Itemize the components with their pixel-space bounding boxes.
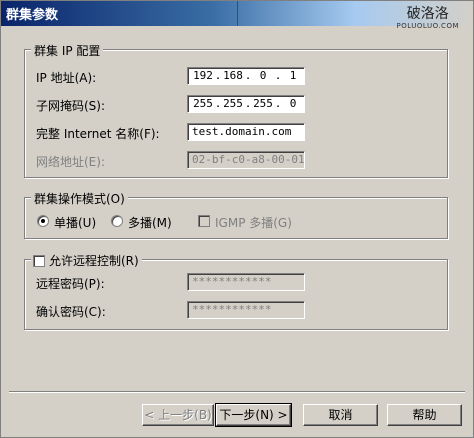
ip-dot: .	[214, 69, 222, 82]
ip-dot: .	[274, 69, 282, 82]
full-internet-name-field[interactable]: test.domain.com	[187, 123, 305, 141]
mask-octet-2: 255	[223, 97, 243, 110]
unicast-label[interactable]: 单播(U)	[54, 214, 96, 231]
radio-selected-dot	[41, 219, 45, 223]
cluster-ip-config-legend: 群集 IP 配置	[31, 42, 104, 59]
ip-octet-4: 1	[289, 69, 297, 82]
help-button[interactable]: 帮助	[387, 404, 462, 426]
ip-octet-2: 168	[223, 69, 243, 82]
subnet-mask-field[interactable]: 255. 255. 255. 0	[187, 95, 305, 113]
confirm-password-label: 确认密码(C):	[36, 305, 106, 319]
mask-dot: .	[244, 97, 252, 110]
cancel-button[interactable]: 取消	[303, 404, 378, 426]
full-internet-name-label: 完整 Internet 名称(F):	[36, 127, 160, 141]
ip-address-field[interactable]: 192. 168. 0. 1	[187, 67, 305, 85]
ip-address-label: IP 地址(A):	[36, 71, 97, 85]
remote-control-legend: 允许远程控制(R)	[31, 252, 142, 269]
next-button[interactable]: 下一步(N) >	[215, 403, 292, 427]
igmp-multicast-checkbox	[198, 215, 210, 227]
remote-password-field: ************	[187, 273, 305, 291]
back-button[interactable]: < 上一步(B)	[142, 404, 214, 426]
network-address-label: 网络地址(E):	[36, 155, 105, 169]
subnet-mask-label: 子网掩码(S):	[36, 99, 106, 113]
mask-octet-4: 0	[289, 97, 297, 110]
cluster-operation-mode-legend: 群集操作模式(O)	[31, 190, 128, 207]
watermark-subtext: POLUOLUO.COM	[396, 22, 459, 30]
watermark-text: 破洛洛	[406, 6, 449, 22]
remote-control-group: 允许远程控制(R) 远程密码(P): ************ 确认密码(C):…	[24, 252, 448, 330]
mask-dot: .	[274, 97, 282, 110]
button-separator	[9, 391, 465, 393]
multicast-label[interactable]: 多播(M)	[128, 214, 172, 231]
cluster-parameters-dialog: 群集参数 破洛洛 POLUOLUO.COM 群集 IP 配置 IP 地址(A):…	[0, 0, 474, 438]
confirm-password-field: ************	[187, 301, 305, 319]
watermark-logo: 破洛洛 POLUOLUO.COM	[397, 7, 459, 30]
remote-control-checkbox[interactable]	[33, 255, 45, 267]
remote-password-label: 远程密码(P):	[36, 277, 105, 291]
mask-octet-1: 255	[193, 97, 213, 110]
ip-octet-3: 0	[259, 69, 267, 82]
title-bar[interactable]: 群集参数 破洛洛 POLUOLUO.COM	[1, 1, 473, 30]
cluster-operation-mode-group: 群集操作模式(O) 单播(U) 多播(M) IGMP 多播(G)	[24, 190, 448, 239]
ip-octet-1: 192	[193, 69, 213, 82]
mask-octet-3: 255	[253, 97, 273, 110]
unicast-radio[interactable]	[37, 215, 49, 227]
title-divider	[237, 1, 238, 26]
network-address-field: 02-bf-c0-a8-00-01	[187, 151, 305, 169]
cluster-ip-config-group: 群集 IP 配置 IP 地址(A): 192. 168. 0. 1 子网掩码(S): …	[24, 42, 448, 178]
igmp-multicast-label: IGMP 多播(G)	[215, 216, 292, 230]
mask-dot: .	[214, 97, 222, 110]
window-title: 群集参数	[6, 8, 59, 23]
ip-dot: .	[244, 69, 252, 82]
remote-control-label[interactable]: 允许远程控制(R)	[49, 254, 139, 268]
multicast-radio[interactable]	[111, 215, 123, 227]
